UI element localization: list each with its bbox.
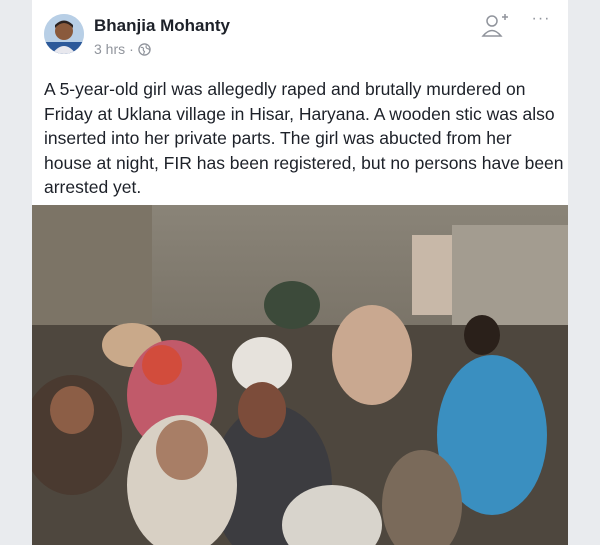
add-friend-button[interactable] — [480, 12, 510, 38]
author-avatar[interactable] — [44, 14, 84, 54]
add-friend-icon — [481, 14, 508, 37]
post-meta: 3 hrs · — [94, 41, 151, 57]
post-timestamp[interactable]: 3 hrs — [94, 41, 125, 57]
more-options-button[interactable]: ··· — [528, 10, 554, 34]
meta-separator: · — [129, 41, 134, 57]
post-body-text: A 5-year-old girl was allegedly raped an… — [44, 79, 564, 197]
post-photo[interactable] — [32, 205, 568, 545]
post-header: Bhanjia Mohanty 3 hrs · ··· — [32, 0, 568, 66]
author-name[interactable]: Bhanjia Mohanty — [94, 16, 230, 36]
globe-icon — [138, 42, 151, 56]
post-card: Bhanjia Mohanty 3 hrs · ··· A 5-year-old… — [32, 0, 568, 545]
